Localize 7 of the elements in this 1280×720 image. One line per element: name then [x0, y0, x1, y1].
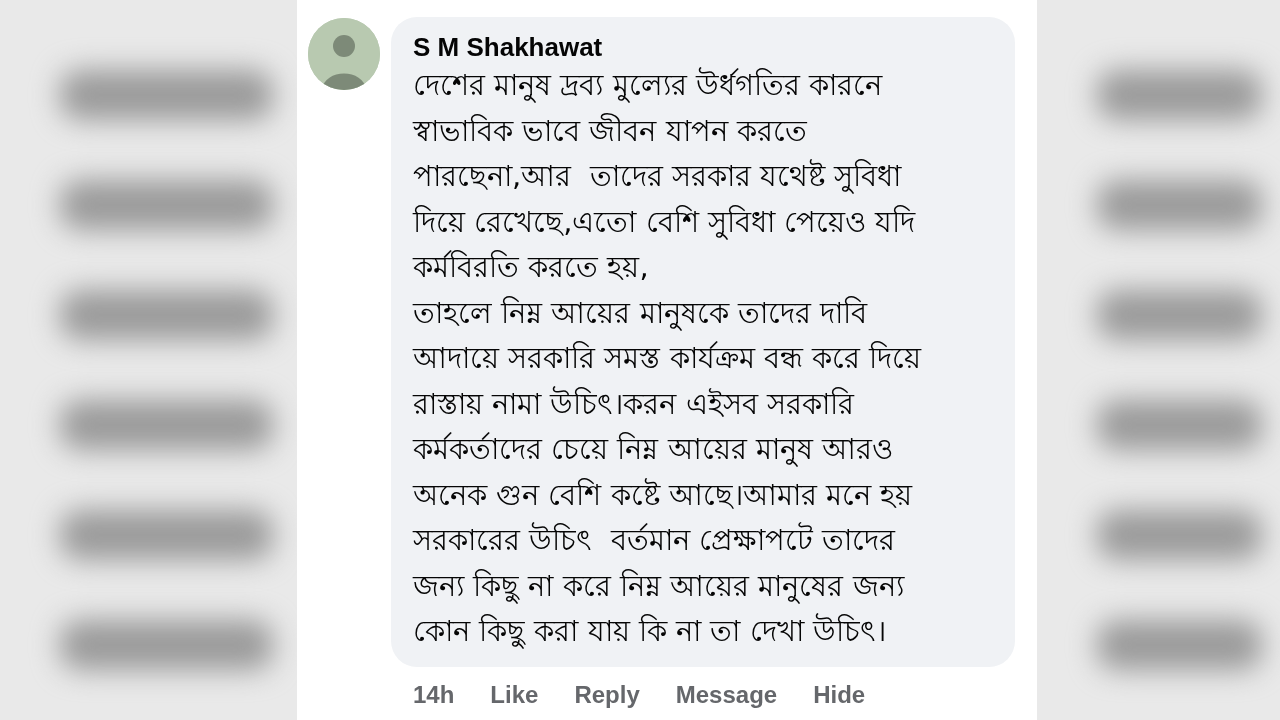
timestamp: 14h: [413, 680, 455, 709]
author-name[interactable]: S M Shakhawat: [413, 31, 995, 63]
action-link[interactable]: Like: [490, 680, 539, 709]
action-link[interactable]: Hide: [813, 680, 866, 709]
action-link[interactable]: Reply: [574, 680, 640, 709]
comment-text: দেশের মানুষ দ্রব্য মুল্যের উর্ধগতির কারনে স্বাভাবিক ভাবে জীবন যাপন করতে পারছেনা,আর তাদের সরকার যথেষ্ট সুবিধা দিয়ে রেখেছে,এতো বেশি সুবিধা পেয়েও যদি কর্মবিরতি করতে হয়, তাহলে নিম্ন আয়ের মানুষকে তাদের দাবি আদায়ে সরকারি সমস্ত কার্যক্রম বন্ধ করে দিয়ে রাস্তায় নামা উচিৎ।করন এইসব সরকারি কর্মকর্তাদের চেয়ে নিম্ন আয়ের মানুষ আরও অনেক গুন বেশি কষ্টে আছে।আমার মনে হয় সরকারের উচিৎ বর্তমান প্রেক্ষাপটে তাদের জন্য কিছু না করে নিম্ন আয়ের মানুষের জন্য কোন কিছু করা যায় কি না তা দেখা উচিৎ।: [413, 66, 923, 651]
action-link[interactable]: Message: [675, 680, 778, 709]
